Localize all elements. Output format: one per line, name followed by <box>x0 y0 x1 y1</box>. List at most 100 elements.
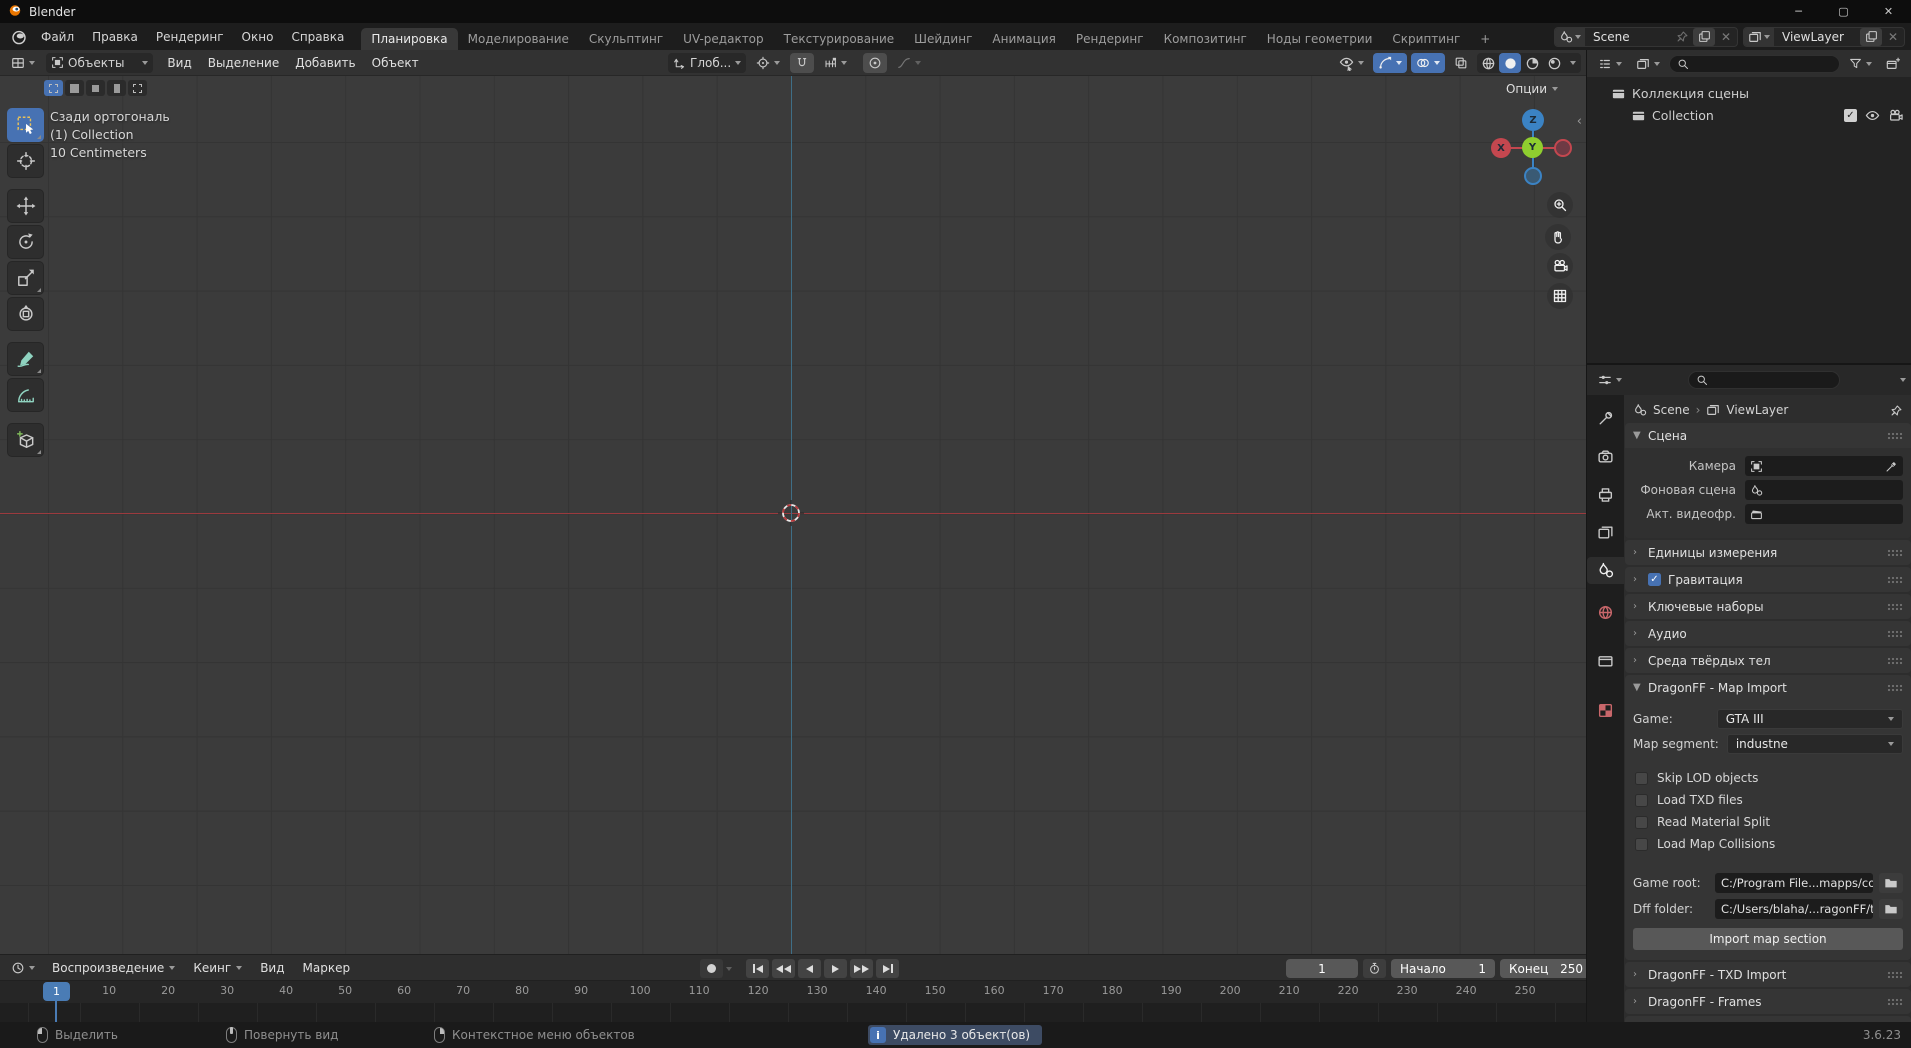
outliner-filter-button[interactable] <box>1844 54 1877 74</box>
new-collection-button[interactable] <box>1881 54 1905 74</box>
breadcrumb-viewlayer[interactable]: ViewLayer <box>1726 403 1788 417</box>
current-frame-field[interactable]: 1 <box>1286 959 1358 978</box>
keying-menu[interactable]: Кеинг <box>187 961 248 975</box>
properties-search-input[interactable] <box>1688 371 1840 389</box>
collection-label[interactable]: Collection <box>1652 108 1714 123</box>
playback-menu[interactable]: Воспроизведение <box>46 961 181 975</box>
transform-orientation-dropdown[interactable]: Глоб... <box>668 53 746 73</box>
viewlayer-selector[interactable]: ViewLayer ✕ <box>1743 27 1905 47</box>
shading-wireframe-button[interactable] <box>1477 53 1499 73</box>
prev-keyframe-button[interactable] <box>772 959 795 978</box>
panel-grip[interactable] <box>1887 549 1903 557</box>
proportional-falloff-dropdown[interactable] <box>892 53 926 73</box>
workspace-tab[interactable]: Скриптинг <box>1382 28 1470 50</box>
pin-icon[interactable] <box>1671 28 1693 46</box>
camera-field[interactable] <box>1745 456 1903 476</box>
outliner-filter-image-button[interactable] <box>1631 54 1665 74</box>
panel-grip[interactable] <box>1887 684 1903 692</box>
collapsed-panel[interactable]: › ✓ Среда твёрдых тел <box>1625 648 1911 673</box>
tool-scale[interactable] <box>7 261 44 295</box>
remove-viewlayer-icon[interactable]: ✕ <box>1882 28 1904 46</box>
tab-scene[interactable] <box>1587 557 1624 584</box>
outliner-scene-collection-row[interactable]: Коллекция сцены <box>1587 82 1911 104</box>
timeline-marker-menu[interactable]: Маркер <box>297 961 357 975</box>
viewport-canvas[interactable]: Сзади ортогональ (1) Collection 10 Centi… <box>0 76 1586 954</box>
option-row[interactable]: Load TXD files <box>1635 793 1903 807</box>
import-map-section-button[interactable]: Import map section <box>1633 928 1903 950</box>
workspace-tab[interactable]: + <box>1470 28 1500 50</box>
workspace-tab[interactable]: Планировка <box>361 28 457 50</box>
workspace-tab[interactable]: Шейдинг <box>904 28 982 50</box>
xray-toggle[interactable] <box>1449 53 1473 73</box>
panel-grip[interactable] <box>1887 432 1903 440</box>
camera-view-icon[interactable] <box>1547 253 1573 279</box>
auto-keying-toggle[interactable] <box>700 959 723 978</box>
breadcrumb-scene[interactable]: Scene <box>1653 403 1690 417</box>
timeline-view-menu[interactable]: Вид <box>254 961 290 975</box>
panel-grip[interactable] <box>1887 998 1903 1006</box>
dff-folder-field[interactable]: C:/Users/blaha/...ragonFF/tests/dff <box>1715 899 1873 919</box>
maximize-button[interactable]: ▢ <box>1821 0 1866 23</box>
menu-item[interactable]: Справка <box>282 26 353 48</box>
option-checkbox[interactable] <box>1635 838 1648 851</box>
outliner-display-mode-button[interactable] <box>1593 54 1627 74</box>
viewlayer-icon[interactable] <box>1744 28 1774 46</box>
close-button[interactable]: ✕ <box>1866 0 1911 23</box>
tool-add-cube[interactable] <box>7 423 44 457</box>
collapsed-panel[interactable]: › ✓ Гравитация <box>1625 567 1911 592</box>
timeline-editor-type-button[interactable] <box>6 958 40 978</box>
gravity-checkbox[interactable]: ✓ <box>1648 573 1661 586</box>
workspace-tab[interactable]: Рендеринг <box>1066 28 1154 50</box>
pan-hand-icon[interactable] <box>1545 224 1571 250</box>
shading-dropdown-icon[interactable] <box>1570 61 1576 65</box>
next-keyframe-button[interactable] <box>850 959 873 978</box>
gizmo-z-neg-ball[interactable] <box>1524 167 1542 185</box>
select-subtract-button[interactable] <box>107 80 126 96</box>
overlays-toggle-dropdown[interactable] <box>1411 53 1445 73</box>
panel-map-import-header[interactable]: ▼ DragonFF - Map Import <box>1625 675 1911 700</box>
keying-dropdown-icon[interactable] <box>726 967 732 971</box>
viewport-menu-item[interactable]: Добавить <box>287 52 363 74</box>
play-button[interactable] <box>824 959 847 978</box>
shading-rendered-button[interactable] <box>1543 53 1565 73</box>
shading-material-button[interactable] <box>1521 53 1543 73</box>
viewport-menu-item[interactable]: Вид <box>159 52 199 74</box>
scene-collection-label[interactable]: Коллекция сцены <box>1632 86 1749 101</box>
panel-scene-header[interactable]: ▼ Сцена <box>1625 423 1911 448</box>
collapsed-panel[interactable]: › DragonFF - Frames <box>1625 989 1911 1014</box>
pivot-point-dropdown[interactable] <box>751 53 785 73</box>
jump-to-end-button[interactable] <box>876 959 899 978</box>
workspace-tab[interactable]: Анимация <box>982 28 1065 50</box>
outliner-search-input[interactable] <box>1669 55 1840 73</box>
game-root-field[interactable]: C:/Program File...mapps/common/ <box>1715 873 1873 893</box>
tool-annotate[interactable] <box>7 342 44 376</box>
properties-editor-type-button[interactable] <box>1593 370 1627 390</box>
tool-move[interactable] <box>7 189 44 223</box>
timeline-ruler[interactable]: 1020304050607080901001101201301401501601… <box>0 981 1586 1022</box>
proportional-editing-toggle[interactable] <box>863 53 887 73</box>
option-row[interactable]: Skip LOD objects <box>1635 771 1903 785</box>
tool-cursor[interactable] <box>7 144 44 178</box>
option-checkbox[interactable] <box>1635 816 1648 829</box>
panel-grip[interactable] <box>1887 630 1903 638</box>
option-row[interactable]: Read Material Split <box>1635 815 1903 829</box>
tab-world[interactable] <box>1589 599 1622 626</box>
snap-target-dropdown[interactable] <box>819 53 852 73</box>
tool-transform[interactable] <box>7 297 44 331</box>
show-object-types-dropdown[interactable] <box>1334 53 1369 73</box>
scene-selector[interactable]: Scene ✕ <box>1554 27 1738 47</box>
menu-item[interactable]: Правка <box>83 26 147 48</box>
sidebar-collapse-icon[interactable]: ‹ <box>1577 114 1582 129</box>
workspace-tab[interactable]: Ноды геометрии <box>1257 28 1383 50</box>
zoom-icon[interactable] <box>1547 192 1573 218</box>
eye-icon[interactable] <box>1865 108 1880 123</box>
panel-grip[interactable] <box>1887 603 1903 611</box>
tab-output[interactable] <box>1589 481 1622 508</box>
workspace-tab[interactable]: Композитинг <box>1154 28 1257 50</box>
gizmo-x-ball[interactable]: X <box>1491 138 1511 158</box>
background-scene-field[interactable] <box>1745 480 1903 500</box>
panel-grip[interactable] <box>1887 576 1903 584</box>
panel-grip[interactable] <box>1887 971 1903 979</box>
option-checkbox[interactable] <box>1635 772 1648 785</box>
eyedropper-icon[interactable] <box>1885 460 1898 473</box>
